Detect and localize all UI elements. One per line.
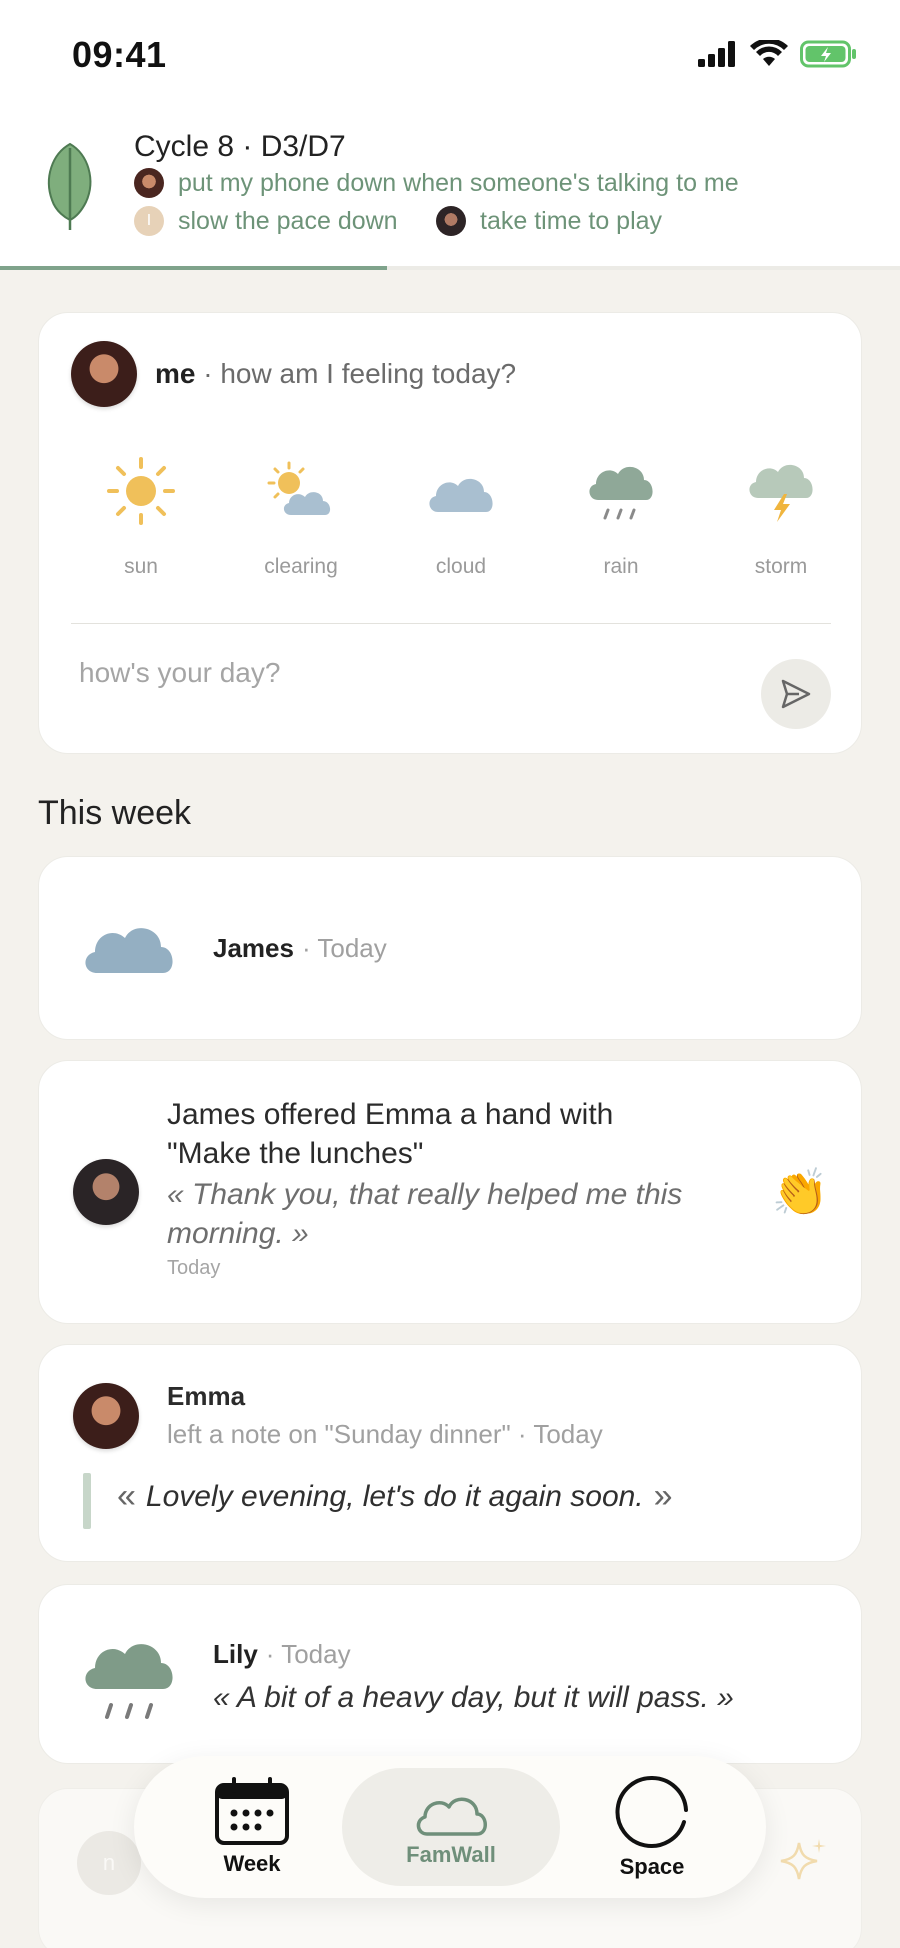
cycle-header[interactable]: Cycle 8 · D3/D7 put my phone down when s… — [0, 110, 900, 266]
avatar — [71, 341, 137, 407]
cloud-icon — [429, 478, 493, 512]
goal-item[interactable]: take time to play — [436, 206, 662, 236]
mood-option-rain[interactable]: rain — [551, 453, 691, 579]
offer-body: James offered Emma a hand with "Make the… — [167, 1095, 687, 1280]
feed-card-mood[interactable]: Lily · Today « A bit of a heavy day, but… — [38, 1584, 862, 1764]
goal-item[interactable]: I slow the pace down — [134, 206, 398, 236]
mood-note: « A bit of a heavy day, but it will pass… — [213, 1681, 734, 1714]
sparkle-icon — [780, 1839, 826, 1880]
cycle-title: Cycle 8 · D3/D7 — [134, 130, 346, 163]
status-time: 09:41 — [72, 34, 167, 75]
tab-space[interactable]: Space — [582, 1756, 722, 1898]
send-button[interactable] — [761, 659, 831, 729]
user-name: me — [155, 358, 196, 389]
tab-famwall[interactable]: FamWall — [342, 1768, 560, 1886]
goal-label: put my phone down when someone's talking… — [178, 168, 739, 197]
note-meta: left a note on "Sunday dinner" · Today — [167, 1419, 603, 1449]
avatar — [436, 206, 466, 236]
rain-cloud-icon — [589, 466, 653, 520]
leaf-icon — [47, 142, 92, 230]
tab-label: Week — [223, 1851, 281, 1876]
mood-label: storm — [754, 555, 808, 578]
avatar: n — [77, 1831, 141, 1895]
question-text: · how am I feeling today? — [203, 358, 517, 389]
calendar-icon — [215, 1777, 289, 1845]
mood-option-clearing[interactable]: clearing — [231, 453, 371, 579]
mood-label: cloud — [435, 555, 487, 578]
clap-reaction-button[interactable]: 👏 — [772, 1165, 829, 1220]
feed-card-note[interactable]: Emma left a note on "Sunday dinner" · To… — [38, 1344, 862, 1562]
mood-label: rain — [603, 555, 639, 578]
mood-header: me · how am I feeling today? — [71, 341, 516, 407]
mood-question: me · how am I feeling today? — [155, 358, 516, 390]
feed-card-header: James · Today — [213, 933, 387, 964]
status-bar: 09:41 — [0, 0, 900, 110]
rain-cloud-icon — [85, 1644, 173, 1719]
tab-label: FamWall — [406, 1842, 496, 1867]
user-name: Emma — [167, 1381, 246, 1411]
goal-label: take time to play — [480, 206, 663, 235]
mood-label: clearing — [264, 555, 338, 578]
tab-bar: Week FamWall Space — [134, 1756, 766, 1898]
mood-label: sun — [124, 555, 158, 578]
signal-icon — [698, 41, 735, 67]
quote-bar — [83, 1473, 91, 1529]
battery-icon — [800, 40, 856, 68]
open-quote: « — [117, 1477, 136, 1515]
mood-option-cloud[interactable]: cloud — [391, 453, 531, 579]
avatar — [73, 1159, 139, 1225]
cloud-outline-icon — [416, 1797, 487, 1836]
send-icon — [781, 679, 811, 709]
avatar — [134, 168, 164, 198]
cloud-icon — [85, 928, 173, 973]
tab-label: Space — [619, 1854, 685, 1879]
cycle-progress-bar — [0, 266, 900, 270]
section-title: This week — [38, 794, 192, 832]
mood-checkin-card: me · how am I feeling today? sun clearin… — [38, 312, 862, 754]
goal-label: slow the pace down — [178, 206, 398, 235]
wifi-icon — [750, 40, 788, 66]
tab-week[interactable]: Week — [194, 1756, 310, 1898]
mood-option-sun[interactable]: sun — [71, 453, 211, 579]
offer-title: James offered Emma a hand with "Make the… — [167, 1098, 614, 1170]
divider — [71, 623, 831, 624]
feed-card-mood[interactable]: James · Today — [38, 856, 862, 1040]
cycle-progress-fill — [0, 266, 387, 270]
mood-options: sun clearing cloud rain storm — [71, 453, 851, 579]
day-input[interactable] — [79, 643, 759, 703]
sun-icon — [107, 457, 175, 525]
note-quote-text: Lovely evening, let's do it again soon. — [145, 1479, 644, 1513]
goal-item[interactable]: put my phone down when someone's talking… — [134, 168, 739, 198]
timestamp: Today — [167, 1257, 221, 1279]
avatar: I — [134, 206, 164, 236]
user-name: James — [213, 933, 294, 963]
feed-card-offer[interactable]: James offered Emma a hand with "Make the… — [38, 1060, 862, 1324]
offer-quote: « Thank you, that really helped me this … — [167, 1178, 683, 1250]
sun-behind-cloud-icon — [267, 461, 331, 515]
avatar — [73, 1383, 139, 1449]
timestamp: · Today — [265, 1639, 351, 1669]
note-quote: « Lovely evening, let's do it again soon… — [117, 1477, 673, 1516]
user-name: Lily — [213, 1639, 258, 1669]
feed-card-header: Lily · Today — [213, 1639, 351, 1670]
storm-cloud-icon — [749, 464, 813, 522]
mood-option-storm[interactable]: storm — [711, 453, 851, 579]
status-icons — [698, 40, 858, 68]
timestamp: · Today — [301, 933, 387, 963]
circle-icon — [615, 1775, 688, 1848]
close-quote: » — [653, 1477, 673, 1515]
